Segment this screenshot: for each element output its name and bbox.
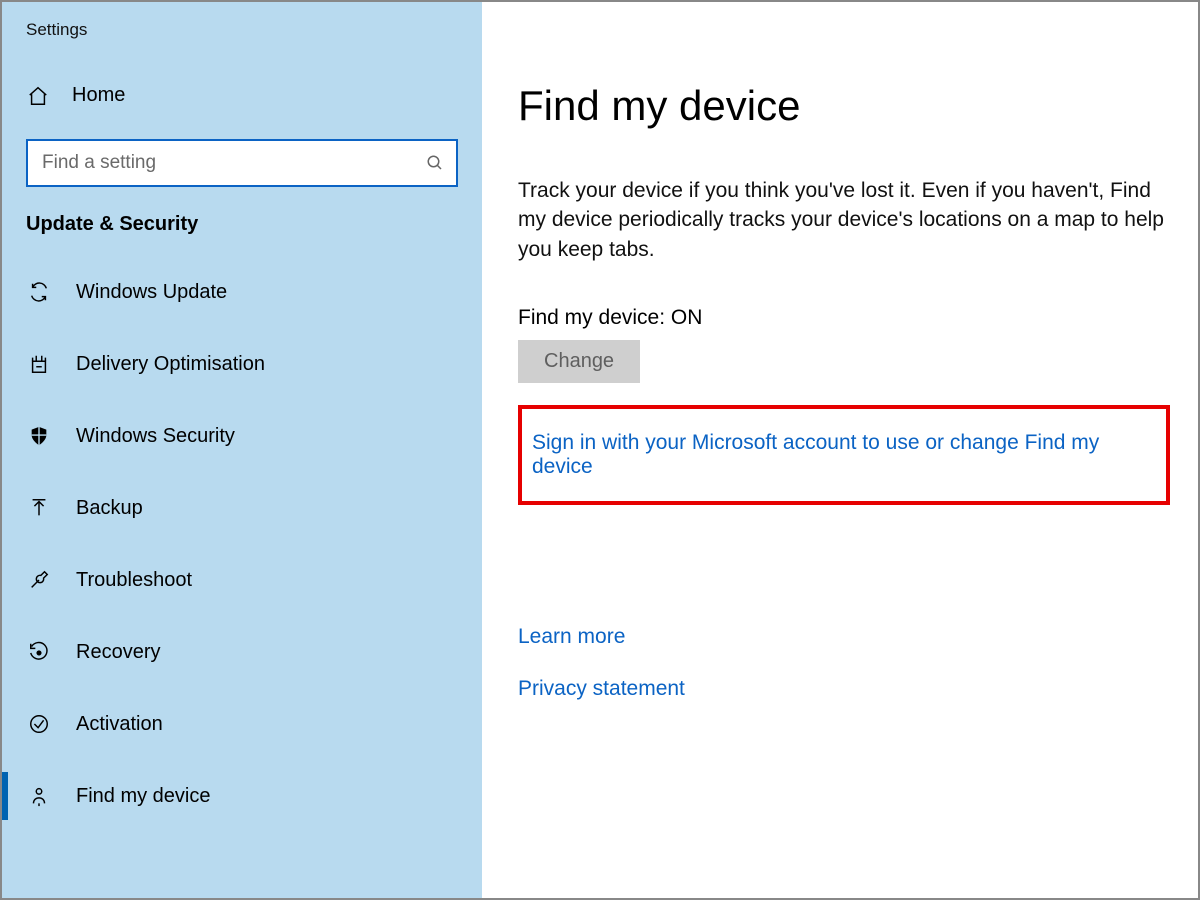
delivery-icon [26,353,52,375]
privacy-link[interactable]: Privacy statement [518,677,1170,701]
sidebar-item-delivery-optimisation[interactable]: Delivery Optimisation [2,328,482,400]
search-input[interactable] [26,139,458,187]
change-button[interactable]: Change [518,340,640,383]
sidebar-item-windows-security[interactable]: Windows Security [2,400,482,472]
sidebar-item-windows-update[interactable]: Windows Update [2,256,482,328]
nav-label: Windows Security [76,425,235,448]
search-field[interactable] [26,139,458,187]
nav-label: Troubleshoot [76,569,192,592]
nav-label: Windows Update [76,281,227,304]
sidebar-item-recovery[interactable]: Recovery [2,616,482,688]
nav-label: Delivery Optimisation [76,353,265,376]
shield-icon [26,425,52,447]
home-label: Home [72,84,125,107]
check-circle-icon [26,713,52,735]
backup-icon [26,497,52,519]
sidebar-item-activation[interactable]: Activation [2,688,482,760]
sync-icon [26,281,52,303]
sidebar-item-home[interactable]: Home [2,70,482,121]
section-title: Update & Security [2,213,482,256]
home-icon [26,85,50,107]
wrench-icon [26,569,52,591]
page-heading: Find my device [518,82,1170,130]
learn-more-link[interactable]: Learn more [518,625,1170,649]
nav-label: Find my device [76,785,211,808]
signin-highlight: Sign in with your Microsoft account to u… [518,405,1170,505]
page-description: Track your device if you think you've lo… [518,176,1170,264]
nav-label: Recovery [76,641,160,664]
recovery-icon [26,641,52,663]
app-title: Settings [2,16,482,70]
sidebar: Settings Home Update & Security [2,2,482,898]
content-pane: Find my device Track your device if you … [482,2,1198,898]
sidebar-item-backup[interactable]: Backup [2,472,482,544]
search-icon [426,154,444,172]
location-person-icon [26,785,52,807]
find-my-device-status: Find my device: ON [518,306,1170,330]
sidebar-item-troubleshoot[interactable]: Troubleshoot [2,544,482,616]
nav-label: Backup [76,497,143,520]
signin-link[interactable]: Sign in with your Microsoft account to u… [532,431,1156,479]
nav-label: Activation [76,713,163,736]
sidebar-item-find-my-device[interactable]: Find my device [2,760,482,832]
nav-list: Windows Update Delivery Optimisation [2,256,482,832]
